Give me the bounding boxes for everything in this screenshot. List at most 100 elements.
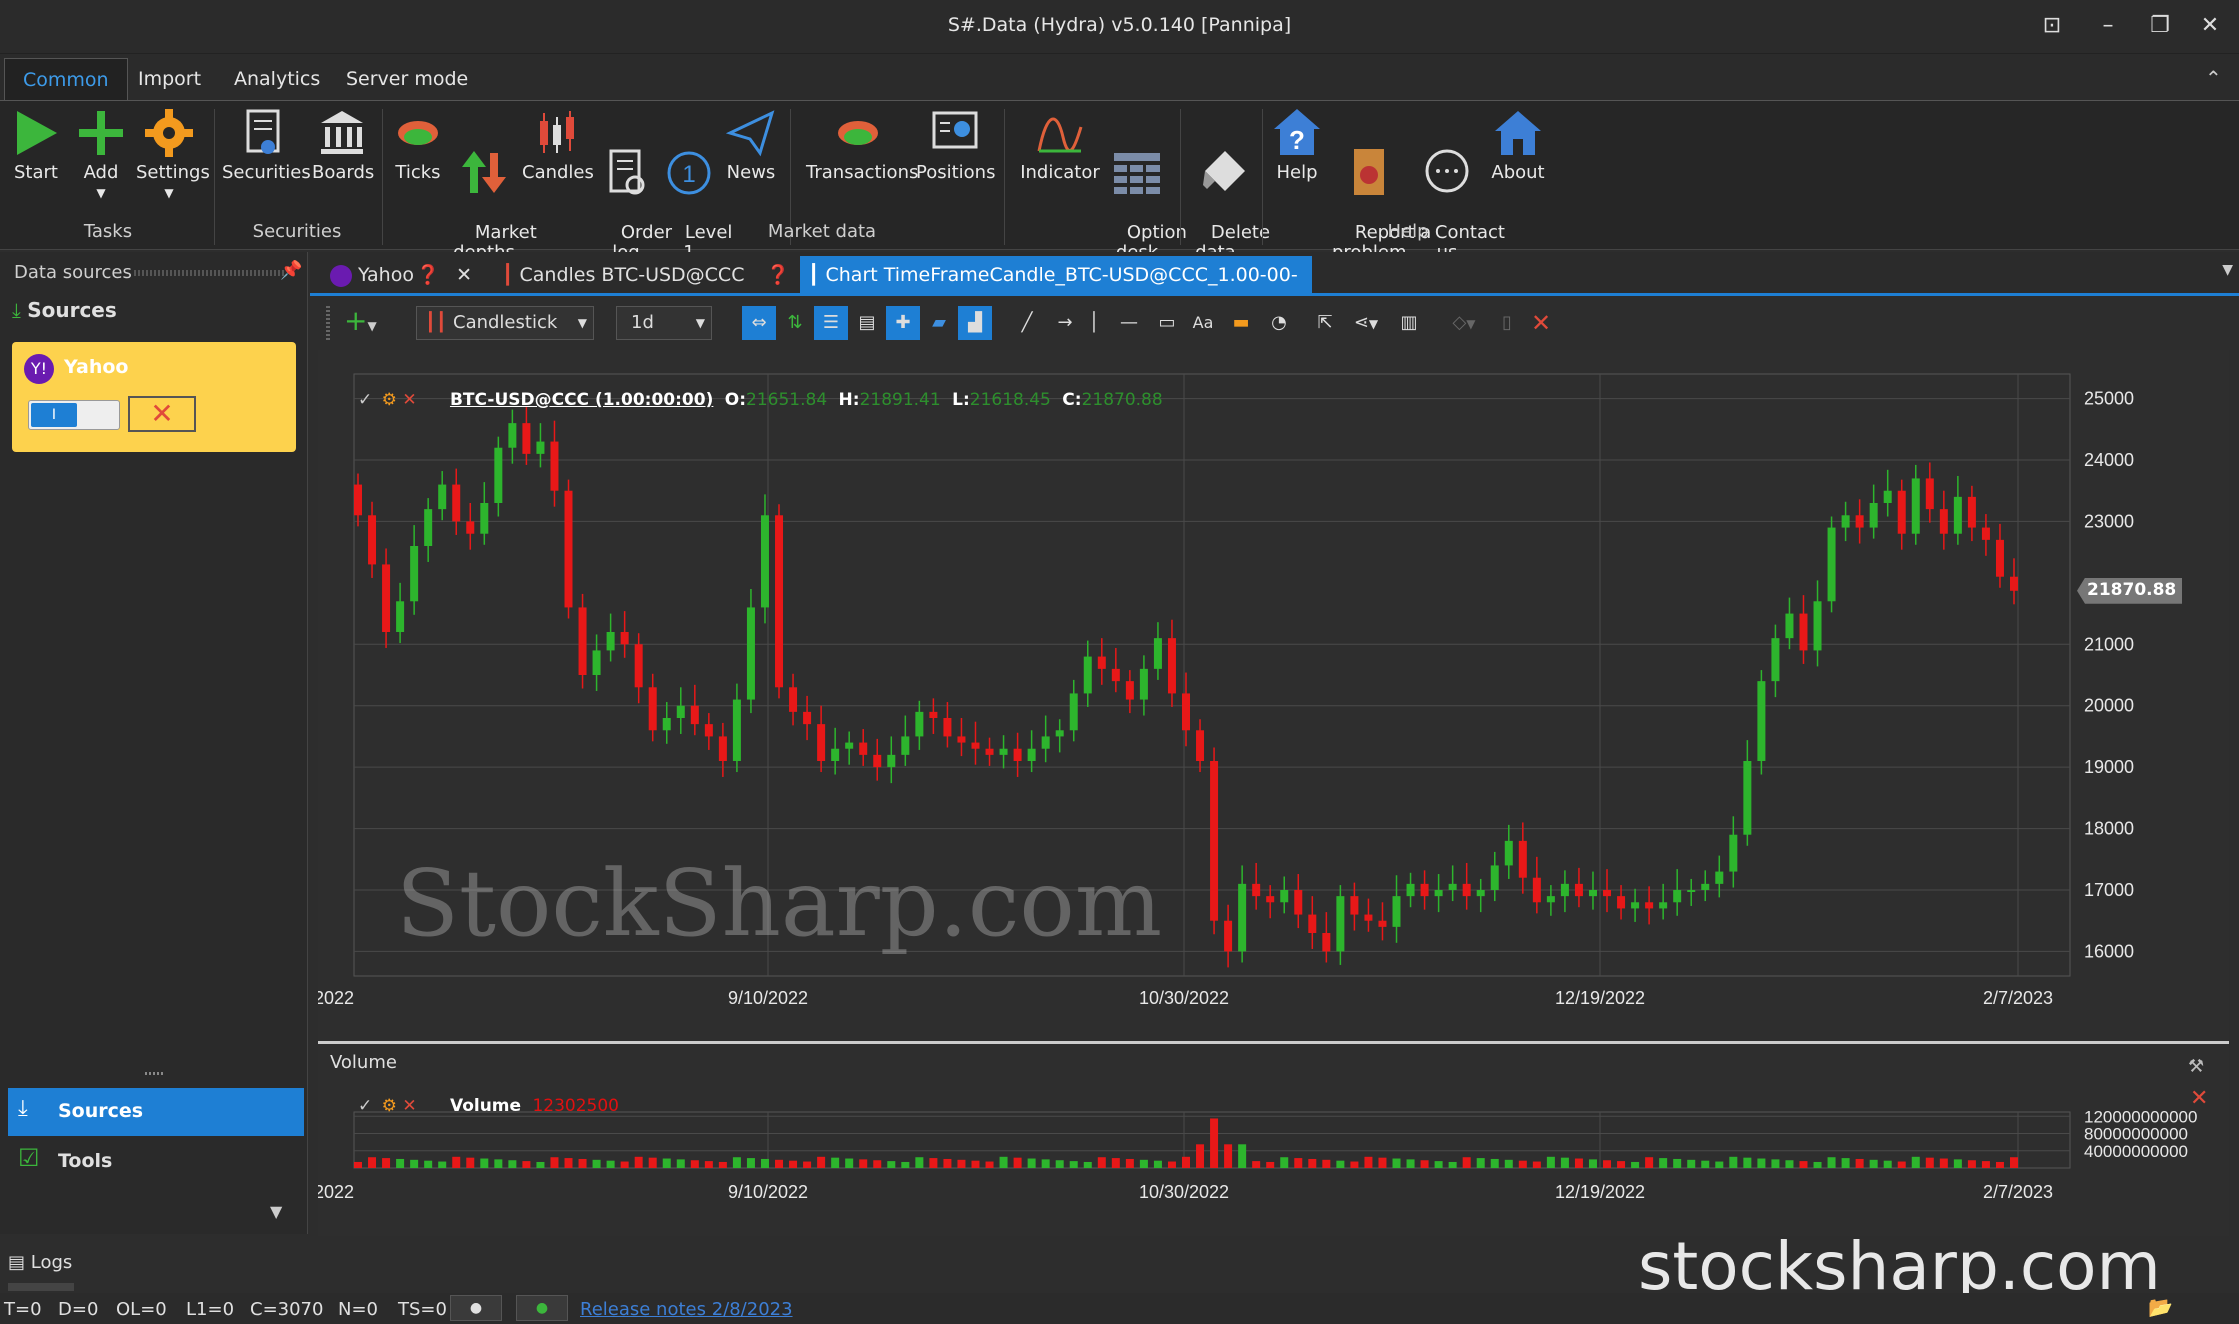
clear-chart-icon[interactable]: ✕	[1524, 306, 1558, 340]
candle-body	[1673, 890, 1682, 903]
candle-body	[1266, 896, 1275, 903]
help-icon[interactable]: ❓	[766, 256, 790, 294]
rectangle-icon[interactable]: ▭	[1150, 306, 1184, 340]
logs-tab[interactable]: ▤ Logs	[8, 1252, 72, 1273]
ribbon-tab-server-mode[interactable]: Server mode	[328, 58, 486, 100]
maximize-button[interactable]: ❐	[2142, 10, 2178, 42]
volume-profile-icon[interactable]: ▟	[958, 306, 992, 340]
minimize-button[interactable]: –	[2090, 10, 2126, 42]
status-n: N=0	[338, 1299, 378, 1320]
source-toggle[interactable]: I	[28, 400, 120, 430]
boards-button[interactable]: Boards	[312, 107, 374, 183]
tab-yahoo[interactable]: Yahoo ❓ ✕	[322, 256, 484, 294]
volume-bar	[1631, 1161, 1640, 1168]
add-element-button[interactable]: +▼	[344, 306, 377, 340]
gauge-icon[interactable]: ◔	[1262, 306, 1296, 340]
collapse-ribbon-icon[interactable]: ⌃	[2205, 66, 2222, 90]
legend-high-label: H:	[838, 390, 860, 410]
nav-tools[interactable]: ☑ Tools	[8, 1138, 304, 1184]
volume-bar	[1701, 1160, 1710, 1168]
volume-x-tick-label: 9/10/2022	[728, 1182, 808, 1202]
save-template-icon[interactable]: ▯	[1490, 306, 1524, 340]
legend-settings-icon[interactable]: ⚙	[382, 1096, 397, 1116]
close-tab-icon[interactable]: ✕	[456, 256, 472, 294]
vertical-line-icon[interactable]: │	[1084, 306, 1104, 340]
eraser-icon	[1203, 151, 1245, 191]
nav-sources[interactable]: ⤓ Sources	[8, 1088, 304, 1136]
source-card-yahoo[interactable]: Y! Yahoo I ✕	[12, 342, 296, 452]
indicator-button[interactable]: Indicator	[1020, 107, 1100, 183]
share-icon[interactable]: ⋖▼	[1344, 306, 1388, 340]
legend-remove-icon[interactable]: ✕	[402, 390, 416, 410]
chart-type-select[interactable]: ┃┃ Candlestick ▼	[416, 306, 594, 340]
volume-bar	[494, 1159, 503, 1168]
order-panel-icon[interactable]: ▤	[850, 306, 884, 340]
text-tool-icon[interactable]: Aa	[1186, 306, 1220, 340]
delete-data-button[interactable]: Delete data...	[1188, 107, 1270, 263]
legend-visible-check-icon[interactable]: ✓	[358, 1096, 372, 1116]
candle-body	[1967, 496, 1976, 528]
draw-line-icon[interactable]: ╱	[1010, 306, 1044, 340]
record-button[interactable]: ●	[450, 1295, 502, 1321]
ribbon-tab-analytics[interactable]: Analytics	[216, 58, 338, 100]
candle-body	[746, 607, 755, 700]
candle-body	[1364, 914, 1373, 921]
ruler-icon[interactable]: ▬	[1224, 306, 1258, 340]
remove-source-button[interactable]: ✕	[128, 396, 196, 432]
splitter-grip[interactable]	[145, 1072, 165, 1075]
positions-button[interactable]: Positions	[916, 107, 995, 183]
pin-icon[interactable]: 📌	[280, 260, 302, 281]
timeframe-select[interactable]: 1d ▼	[616, 306, 712, 340]
horizontal-line-icon[interactable]: —	[1112, 306, 1146, 340]
properties-icon[interactable]: ▥	[1392, 306, 1426, 340]
tabs-overflow-icon[interactable]: ▼	[2222, 262, 2233, 278]
help-icon[interactable]: ❓	[416, 256, 440, 294]
export-icon[interactable]: ⇱	[1308, 306, 1342, 340]
eraser-tool-icon[interactable]: ◇▼	[1442, 306, 1486, 340]
ribbon-tab-common[interactable]: Common	[4, 58, 128, 100]
transactions-button[interactable]: Transactions	[806, 107, 918, 183]
legend-toggle-icon[interactable]: ☰	[814, 306, 848, 340]
settings-button[interactable]: Settings ▼	[136, 107, 210, 203]
option-desk-button[interactable]: Option desk	[1104, 107, 1187, 263]
tab-chart[interactable]: ┃ Chart TimeFrameCandle_BTC-USD@CCC_1.00…	[800, 256, 1312, 324]
ribbon-tab-import[interactable]: Import	[120, 58, 219, 100]
play-status-button[interactable]: ●	[516, 1295, 568, 1321]
news-button[interactable]: News	[722, 107, 780, 183]
start-button[interactable]: Start	[10, 107, 62, 183]
legend-settings-icon[interactable]: ⚙	[382, 390, 397, 410]
about-button[interactable]: About	[1488, 107, 1548, 183]
tab-candles[interactable]: ┃ Candles BTC-USD@CCC ❓ ✕	[494, 256, 834, 294]
pane-settings-icon[interactable]: ⚒	[2188, 1056, 2204, 1077]
restore-layout-icon[interactable]: ⊡	[2034, 10, 2070, 42]
ticks-button[interactable]: Ticks	[392, 107, 444, 183]
securities-button[interactable]: Securities	[222, 107, 311, 183]
help-button[interactable]: ? Help	[1268, 107, 1326, 183]
pane-splitter[interactable]	[318, 1041, 2229, 1044]
open-folder-icon[interactable]: 📂	[2148, 1295, 2173, 1319]
add-button[interactable]: Add ▼	[76, 107, 126, 203]
volume-bar	[775, 1159, 784, 1168]
crosshair-icon[interactable]: ✚	[886, 306, 920, 340]
nav-overflow-icon[interactable]: ▼	[270, 1202, 282, 1221]
panel-grip	[134, 270, 284, 276]
candles-button[interactable]: Candles	[522, 107, 594, 183]
release-notes-link[interactable]: Release notes 2/8/2023	[580, 1299, 793, 1320]
draw-ray-icon[interactable]: →	[1048, 306, 1082, 340]
candle-body	[999, 748, 1008, 755]
volume-bar	[1855, 1158, 1864, 1168]
candle-body	[522, 423, 531, 454]
pane-remove-icon[interactable]: ✕	[2190, 1086, 2208, 1111]
volume-bar	[1252, 1161, 1261, 1168]
legend-remove-icon[interactable]: ✕	[402, 1096, 416, 1116]
left-panel: Data sources 📌 ⤓ Sources Y! Yahoo I ✕ ⤓ …	[0, 252, 308, 1234]
legend-visible-check-icon[interactable]: ✓	[358, 390, 372, 410]
annotation-icon[interactable]: ▰	[922, 306, 956, 340]
candle-body	[1631, 902, 1640, 909]
volume-bar	[1574, 1158, 1583, 1168]
scroll-sync-button[interactable]: ⇔	[742, 306, 776, 340]
trades-toggle-icon[interactable]: ⇅	[778, 306, 812, 340]
close-button[interactable]: ✕	[2192, 10, 2228, 42]
candle-body	[1645, 902, 1654, 909]
candle-body	[760, 515, 769, 608]
